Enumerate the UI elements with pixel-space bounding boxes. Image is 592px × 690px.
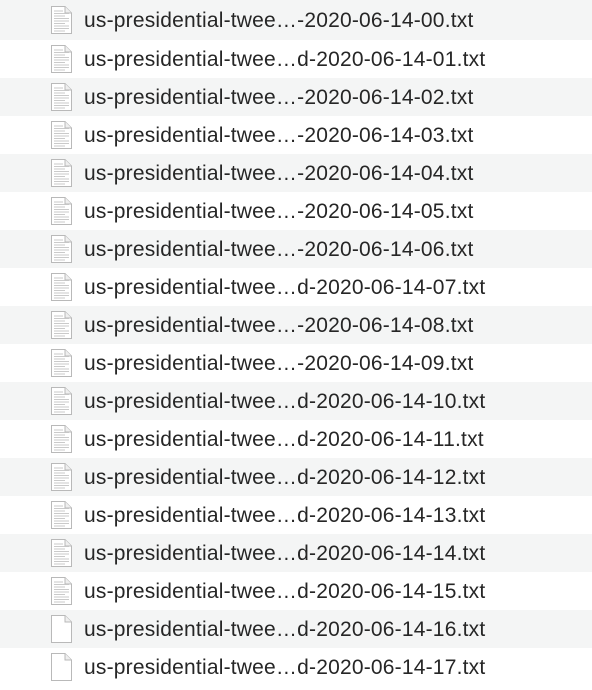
file-row[interactable]: us-presidential-twee…d-2020-06-14-07.txt <box>0 268 592 306</box>
text-document-icon <box>51 463 72 491</box>
text-document-icon <box>51 349 72 377</box>
text-document-icon <box>51 159 72 187</box>
file-name: us-presidential-twee…d-2020-06-14-07.txt <box>84 275 486 299</box>
file-name: us-presidential-twee…-2020-06-14-05.txt <box>84 199 474 223</box>
file-row[interactable]: us-presidential-twee…d-2020-06-14-17.txt <box>0 648 592 686</box>
file-row[interactable]: us-presidential-twee…-2020-06-14-05.txt <box>0 192 592 230</box>
text-document-icon <box>51 83 72 111</box>
text-document-icon <box>51 425 72 453</box>
text-document-icon <box>51 387 72 415</box>
file-row[interactable]: us-presidential-twee…d-2020-06-14-01.txt <box>0 40 592 78</box>
text-document-icon <box>51 197 72 225</box>
file-name: us-presidential-twee…d-2020-06-14-10.txt <box>84 389 486 413</box>
file-name: us-presidential-twee…d-2020-06-14-16.txt <box>84 617 486 641</box>
file-name: us-presidential-twee…-2020-06-14-02.txt <box>84 85 474 109</box>
text-document-icon <box>51 311 72 339</box>
file-row[interactable]: us-presidential-twee…-2020-06-14-02.txt <box>0 78 592 116</box>
file-name: us-presidential-twee…-2020-06-14-08.txt <box>84 313 474 337</box>
file-row[interactable]: us-presidential-twee…d-2020-06-14-11.txt <box>0 420 592 458</box>
file-name: us-presidential-twee…d-2020-06-14-12.txt <box>84 465 486 489</box>
text-document-icon <box>51 6 72 34</box>
file-row[interactable]: us-presidential-twee…d-2020-06-14-13.txt <box>0 496 592 534</box>
file-name: us-presidential-twee…-2020-06-14-03.txt <box>84 123 474 147</box>
file-name: us-presidential-twee…d-2020-06-14-14.txt <box>84 541 486 565</box>
file-row[interactable]: us-presidential-twee…d-2020-06-14-16.txt <box>0 610 592 648</box>
file-row[interactable]: us-presidential-twee…-2020-06-14-08.txt <box>0 306 592 344</box>
text-document-icon <box>51 121 72 149</box>
text-document-icon <box>51 273 72 301</box>
file-name: us-presidential-twee…d-2020-06-14-01.txt <box>84 47 486 71</box>
blank-document-icon <box>51 653 72 681</box>
text-document-icon <box>51 235 72 263</box>
file-name: us-presidential-twee…-2020-06-14-00.txt <box>84 8 474 32</box>
file-name: us-presidential-twee…-2020-06-14-04.txt <box>84 161 474 185</box>
file-row[interactable]: us-presidential-twee…d-2020-06-14-10.txt <box>0 382 592 420</box>
file-row[interactable]: us-presidential-twee…-2020-06-14-03.txt <box>0 116 592 154</box>
file-name: us-presidential-twee…-2020-06-14-09.txt <box>84 351 474 375</box>
file-row[interactable]: us-presidential-twee…-2020-06-14-09.txt <box>0 344 592 382</box>
file-name: us-presidential-twee…-2020-06-14-06.txt <box>84 237 474 261</box>
blank-document-icon <box>51 615 72 643</box>
text-document-icon <box>51 539 72 567</box>
text-document-icon <box>51 45 72 73</box>
file-row[interactable]: us-presidential-twee…-2020-06-14-04.txt <box>0 154 592 192</box>
file-name: us-presidential-twee…d-2020-06-14-11.txt <box>84 427 484 451</box>
file-list: us-presidential-twee…-2020-06-14-00.txt u… <box>0 0 592 690</box>
text-document-icon <box>51 577 72 605</box>
file-name: us-presidential-twee…d-2020-06-14-17.txt <box>84 655 486 679</box>
file-row[interactable]: us-presidential-twee…d-2020-06-14-12.txt <box>0 458 592 496</box>
file-row[interactable]: us-presidential-twee…-2020-06-14-06.txt <box>0 230 592 268</box>
text-document-icon <box>51 501 72 529</box>
file-row[interactable]: us-presidential-twee…d-2020-06-14-15.txt <box>0 572 592 610</box>
file-name: us-presidential-twee…d-2020-06-14-13.txt <box>84 503 486 527</box>
file-name: us-presidential-twee…d-2020-06-14-15.txt <box>84 579 486 603</box>
file-row[interactable]: us-presidential-twee…-2020-06-14-00.txt <box>0 0 592 40</box>
file-row[interactable]: us-presidential-twee…d-2020-06-14-14.txt <box>0 534 592 572</box>
